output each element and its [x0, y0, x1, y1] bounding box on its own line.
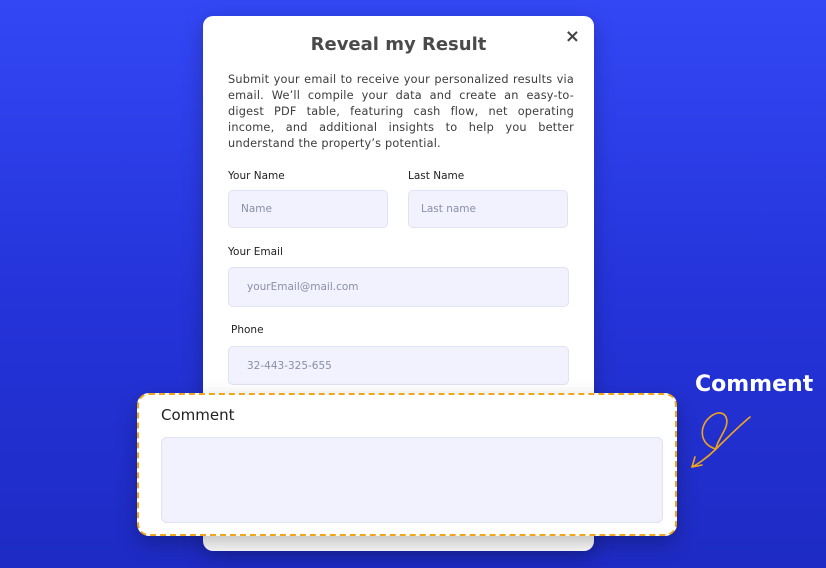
email-field[interactable] [228, 267, 569, 307]
comment-textarea[interactable] [161, 437, 663, 523]
comment-highlight-card: Comment [137, 393, 677, 536]
close-icon[interactable]: × [565, 28, 580, 46]
first-name-input[interactable] [228, 190, 388, 228]
comment-callout-label: Comment [695, 372, 814, 397]
email-label: Your Email [228, 246, 283, 258]
phone-label: Phone [231, 324, 264, 336]
first-name-label: Your Name [228, 170, 285, 182]
phone-field[interactable] [228, 346, 569, 385]
curly-arrow-icon [691, 412, 751, 468]
modal-description: Submit your email to receive your person… [228, 73, 574, 150]
comment-label: Comment [161, 406, 235, 424]
modal-title: Reveal my Result [310, 34, 487, 55]
last-name-label: Last Name [408, 170, 465, 182]
last-name-input[interactable] [408, 190, 568, 228]
